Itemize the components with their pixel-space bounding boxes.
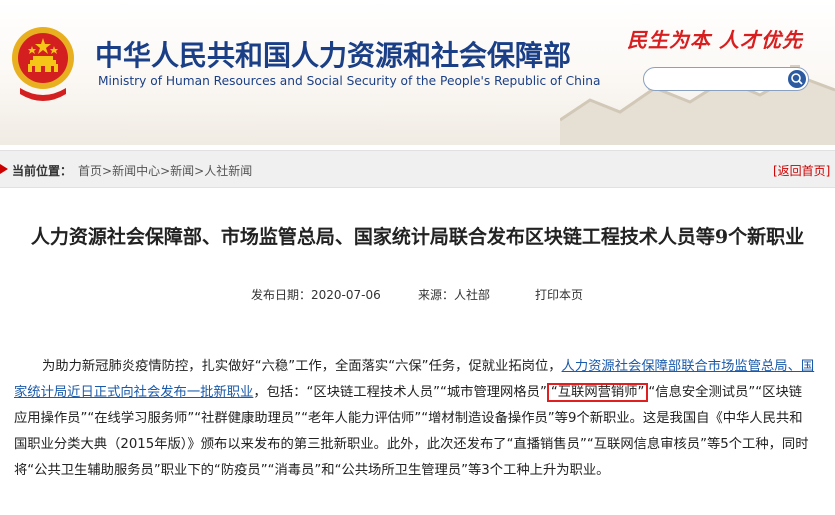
breadcrumb: 当前位置： 首页>新闻中心>新闻>人社新闻 [返回首页]: [0, 150, 835, 188]
search-box: [643, 67, 809, 91]
search-button[interactable]: [788, 70, 806, 88]
breadcrumb-separator: >: [160, 164, 171, 178]
great-wall-background: [560, 65, 835, 145]
breadcrumb-path: 首页>新闻中心>新闻>人社新闻: [78, 162, 252, 179]
breadcrumb-label: 当前位置：: [12, 164, 73, 178]
breadcrumb-separator: >: [102, 164, 113, 178]
print-page-link[interactable]: 打印本页: [535, 286, 583, 303]
search-icon: [791, 73, 803, 85]
national-emblem-icon: [12, 27, 74, 101]
site-title-english: Ministry of Human Resources and Social S…: [98, 74, 601, 88]
back-home-link[interactable]: [返回首页]: [773, 162, 830, 179]
article-title: 人力资源社会保障部、市场监管总局、国家统计局联合发布区块链工程技术人员等9个新职…: [30, 226, 805, 248]
breadcrumb-hrss-news[interactable]: 人社新闻: [204, 164, 252, 178]
breadcrumb-news-center[interactable]: 新闻中心: [112, 164, 160, 178]
breadcrumb-separator: >: [194, 164, 205, 178]
search-input[interactable]: [654, 70, 786, 88]
slogan: 民生为本 人才优先: [627, 28, 803, 52]
breadcrumb-home[interactable]: 首页: [78, 164, 102, 178]
article-body: 为助力新冠肺炎疫情防控，扎实做好“六稳”工作，全面落实“六保”任务，促就业拓岗位…: [14, 354, 815, 484]
body-text-1: 为助力新冠肺炎疫情防控，扎实做好“六稳”工作，全面落实“六保”任务，促就业拓岗位…: [42, 359, 562, 374]
publish-date: 发布日期：2020-07-06: [251, 288, 381, 302]
breadcrumb-news[interactable]: 新闻: [170, 164, 194, 178]
site-header: 中华人民共和国人力资源和社会保障部 Ministry of Human Reso…: [0, 0, 835, 145]
highlighted-occupation: “互联网营销师”: [546, 383, 649, 402]
article-source: 来源：人社部: [418, 288, 491, 302]
site-title: 中华人民共和国人力资源和社会保障部: [95, 39, 572, 72]
body-text-2: ，包括：“区块链工程技术人员”“城市管理网格员”: [253, 385, 547, 400]
location-arrow-icon: [0, 164, 8, 174]
